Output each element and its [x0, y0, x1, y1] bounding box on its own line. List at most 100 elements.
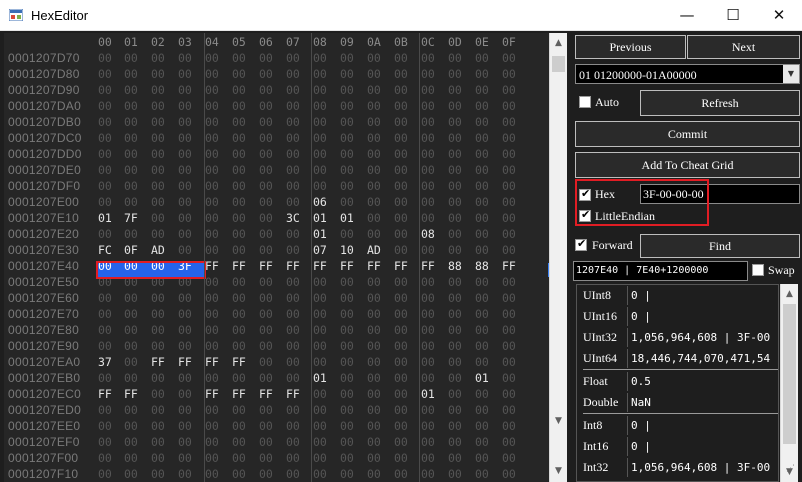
byte-cell[interactable]: 00 [394, 451, 420, 465]
byte-cell[interactable]: 00 [367, 99, 393, 113]
byte-cell[interactable]: 00 [178, 243, 204, 257]
byte-cell[interactable]: 00 [98, 163, 124, 177]
byte-cell[interactable]: 00 [367, 115, 393, 129]
byte-cell[interactable]: 00 [367, 387, 393, 401]
byte-cell[interactable]: 00 [259, 179, 285, 193]
byte-cell[interactable]: 00 [313, 291, 339, 305]
byte-cell[interactable]: 00 [259, 435, 285, 449]
hex-row[interactable]: 0001207E90 00 00 00 00 00 00 00 00 00 00 00 00 00 00 00… [4, 338, 549, 354]
byte-cell[interactable]: 00 [421, 275, 447, 289]
byte-cell[interactable]: 00 [475, 451, 501, 465]
byte-cell[interactable]: 00 [286, 323, 312, 337]
byte-cell[interactable]: 00 [367, 227, 393, 241]
byte-cell[interactable]: 00 [151, 403, 177, 417]
byte-cell[interactable]: 00 [232, 83, 258, 97]
byte-cell[interactable]: 06 [313, 195, 339, 209]
byte-cell[interactable]: 00 [178, 307, 204, 321]
byte-cell[interactable]: 00 [286, 307, 312, 321]
byte-cell[interactable]: 00 [394, 355, 420, 369]
byte-cell[interactable]: 00 [340, 51, 366, 65]
scroll-up-arrow-icon[interactable]: ▲ [781, 286, 798, 303]
byte-cell[interactable]: 00 [502, 339, 528, 353]
byte-cell[interactable]: 00 [151, 467, 177, 481]
byte-cell[interactable]: 00 [178, 339, 204, 353]
byte-cell[interactable]: 00 [394, 147, 420, 161]
byte-cell[interactable]: 00 [259, 51, 285, 65]
byte-cell[interactable]: 00 [367, 195, 393, 209]
byte-cell[interactable]: 00 [151, 211, 177, 225]
byte-cell[interactable]: 00 [259, 323, 285, 337]
byte-cell[interactable]: 00 [259, 243, 285, 257]
byte-cell[interactable]: FC [98, 243, 124, 257]
byte-cell[interactable]: 00 [178, 147, 204, 161]
byte-cell[interactable]: 00 [502, 419, 528, 433]
byte-cell[interactable]: 00 [178, 99, 204, 113]
byte-cell[interactable]: 00 [313, 275, 339, 289]
byte-cell[interactable]: 00 [475, 115, 501, 129]
byte-cell[interactable]: 00 [421, 355, 447, 369]
byte-cell[interactable]: 00 [502, 451, 528, 465]
hex-row[interactable]: 0001207E20 00 00 00 00 00 00 00 00 01 00 00 00 08 00 00… [4, 226, 549, 242]
byte-cell[interactable]: 00 [205, 403, 231, 417]
byte-cell[interactable]: 00 [151, 163, 177, 177]
byte-cell[interactable]: 37 [98, 355, 124, 369]
offset-readout[interactable]: 1207E40 | 7E40+1200000 [573, 261, 748, 281]
byte-cell[interactable]: 00 [394, 307, 420, 321]
byte-cell[interactable]: 00 [259, 67, 285, 81]
byte-cell[interactable]: 00 [205, 163, 231, 177]
hex-row[interactable]: 0001207DA0 00 00 00 00 00 00 00 00 00 00 00 00 00 00 00… [4, 98, 549, 114]
byte-cell[interactable]: 00 [232, 99, 258, 113]
byte-cell[interactable]: 00 [259, 291, 285, 305]
byte-cell[interactable]: 00 [98, 67, 124, 81]
byte-cell[interactable]: 00 [421, 211, 447, 225]
byte-cell[interactable]: 00 [313, 179, 339, 193]
byte-cell[interactable]: 00 [448, 51, 474, 65]
byte-cell[interactable]: 00 [232, 147, 258, 161]
byte-cell[interactable]: 00 [421, 243, 447, 257]
byte-cell[interactable]: FF [205, 259, 231, 273]
byte-cell[interactable]: 00 [394, 115, 420, 129]
byte-cell[interactable]: 00 [448, 355, 474, 369]
byte-cell[interactable]: 00 [340, 339, 366, 353]
byte-cell[interactable]: 00 [286, 67, 312, 81]
byte-cell[interactable]: 00 [313, 115, 339, 129]
byte-cell[interactable]: 00 [502, 147, 528, 161]
hex-row[interactable]: 0001207EB0 00 00 00 00 00 00 00 00 01 00 00 00 00 00 01… [4, 370, 549, 386]
byte-cell[interactable]: 00 [205, 291, 231, 305]
byte-cell[interactable]: 00 [232, 163, 258, 177]
byte-cell[interactable]: 00 [394, 435, 420, 449]
byte-cell[interactable]: 00 [232, 451, 258, 465]
byte-cell[interactable]: 00 [205, 275, 231, 289]
byte-cell[interactable]: 00 [124, 51, 150, 65]
byte-cell[interactable]: 00 [367, 355, 393, 369]
byte-cell[interactable]: 00 [98, 227, 124, 241]
byte-cell[interactable]: 00 [340, 451, 366, 465]
byte-cell[interactable]: 00 [502, 115, 528, 129]
byte-cell[interactable]: 00 [259, 211, 285, 225]
byte-cell[interactable]: 00 [367, 307, 393, 321]
maximize-button[interactable]: ☐ [710, 0, 756, 31]
byte-cell[interactable]: 00 [475, 195, 501, 209]
byte-cell[interactable]: 00 [124, 403, 150, 417]
byte-cell[interactable]: FF [286, 387, 312, 401]
byte-cell[interactable]: 00 [151, 115, 177, 129]
byte-cell[interactable]: 00 [232, 323, 258, 337]
hex-row[interactable]: 0001207F10 00 00 00 00 00 00 00 00 00 00 00 00 00 00 00… [4, 466, 549, 482]
byte-cell[interactable]: 00 [394, 131, 420, 145]
byte-cell[interactable]: 00 [98, 99, 124, 113]
byte-cell[interactable]: 00 [448, 371, 474, 385]
byte-cell[interactable]: 00 [502, 131, 528, 145]
byte-cell[interactable]: 00 [98, 83, 124, 97]
byte-cell[interactable]: 00 [232, 179, 258, 193]
byte-cell[interactable]: 00 [340, 99, 366, 113]
byte-cell[interactable]: 00 [421, 99, 447, 113]
byte-cell[interactable]: 00 [313, 51, 339, 65]
hex-row[interactable]: 0001207D80 00 00 00 00 00 00 00 00 00 00 00 00 00 00 00… [4, 66, 549, 82]
hex-row[interactable]: 0001207E30 FC 0F AD 00 00 00 00 00 07 10 AD 00 00 00 00… [4, 242, 549, 258]
hex-row[interactable]: 0001207DE0 00 00 00 00 00 00 00 00 00 00 00 00 00 00 00… [4, 162, 549, 178]
value-field[interactable]: 1,056,964,608 | 3F-00 [627, 328, 778, 347]
byte-cell[interactable]: 7F [124, 211, 150, 225]
hex-row[interactable]: 0001207EC0 FF FF 00 00 FF FF FF FF 00 00 00 00 01 00 00… [4, 386, 549, 402]
byte-cell[interactable]: 00 [448, 275, 474, 289]
byte-cell[interactable]: 00 [124, 323, 150, 337]
